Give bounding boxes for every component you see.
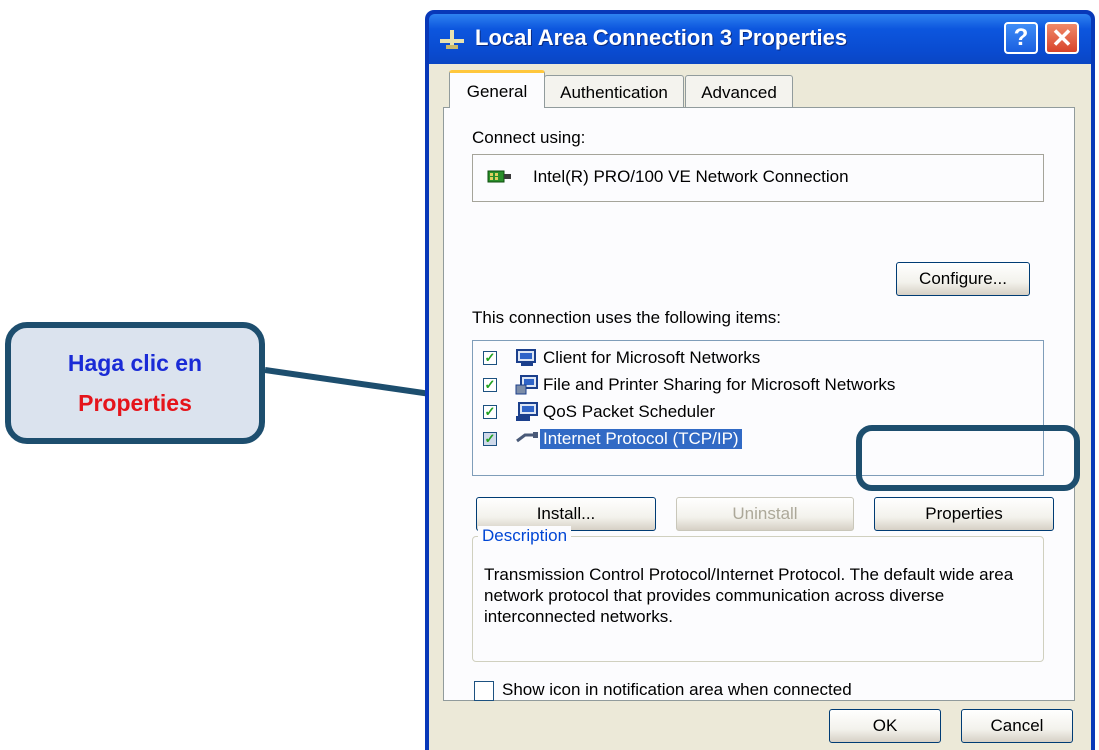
tab-authentication[interactable]: Authentication (544, 75, 684, 108)
properties-button[interactable]: Properties (874, 497, 1054, 531)
properties-highlight-frame (856, 425, 1080, 491)
protocol-icon (516, 432, 538, 443)
item-label: File and Printer Sharing for Microsoft N… (543, 375, 896, 394)
configure-button[interactable]: Configure... (896, 262, 1030, 296)
show-icon-checkbox[interactable] (474, 681, 494, 701)
network-adapter-icon (487, 170, 511, 183)
qos-scheduler-icon (516, 402, 538, 421)
ok-button-label: OK (872, 716, 898, 735)
uninstall-button-label: Uninstall (732, 504, 798, 523)
item-label: Client for Microsoft Networks (543, 348, 761, 367)
title-bar[interactable]: Local Area Connection 3 Properties ? ✕ (429, 14, 1091, 64)
list-item-file-sharing[interactable]: ✓ File and Printer Sharing for Microsoft… (473, 374, 1043, 398)
tab-general[interactable]: General (449, 70, 545, 108)
network-connection-icon (440, 30, 464, 49)
item-checkbox[interactable]: ✓ (483, 432, 497, 446)
item-checkbox[interactable]: ✓ (483, 378, 497, 392)
properties-dialog: Local Area Connection 3 Properties ? ✕ G… (425, 10, 1095, 750)
connect-using-label: Connect using: (472, 128, 586, 147)
show-icon-label: Show icon in notification area when conn… (502, 680, 852, 699)
callout-line-1: Haga clic en (67, 350, 203, 376)
list-item-qos[interactable]: ✓ QoS Packet Scheduler (473, 401, 1043, 425)
general-tab-panel: Connect using: Intel(R) PRO/100 VE Netwo… (443, 107, 1075, 701)
description-legend: Description (478, 526, 572, 546)
close-button[interactable]: ✕ (1045, 22, 1079, 54)
file-sharing-icon (515, 375, 538, 395)
uninstall-button[interactable]: Uninstall (676, 497, 854, 531)
items-label: This connection uses the following items… (472, 308, 781, 327)
window-title: Local Area Connection 3 Properties (475, 25, 848, 50)
ok-button[interactable]: OK (829, 709, 941, 743)
properties-button-label: Properties (925, 504, 1003, 523)
item-label: Internet Protocol (TCP/IP) (540, 429, 742, 449)
callout-line-2: Properties (78, 390, 192, 416)
tab-advanced[interactable]: Advanced (685, 75, 793, 108)
item-checkbox[interactable]: ✓ (483, 351, 497, 365)
adapter-field: Intel(R) PRO/100 VE Network Connection (472, 154, 1044, 202)
item-checkbox[interactable]: ✓ (483, 405, 497, 419)
adapter-name: Intel(R) PRO/100 VE Network Connection (533, 167, 849, 186)
install-button-label: Install... (536, 504, 596, 523)
list-item-client[interactable]: ✓ Client for Microsoft Networks (473, 347, 1043, 371)
instruction-callout: Haga clic en Properties (5, 322, 265, 444)
item-label: QoS Packet Scheduler (543, 402, 715, 421)
cancel-button[interactable]: Cancel (961, 709, 1073, 743)
cancel-button-label: Cancel (990, 716, 1044, 735)
dialog-client-area: General Authentication Advanced Connect … (429, 64, 1091, 750)
help-button[interactable]: ? (1004, 22, 1038, 54)
configure-button-label: Configure... (919, 269, 1007, 288)
description-text: Transmission Control Protocol/Internet P… (484, 565, 1014, 626)
network-client-icon (516, 349, 536, 366)
